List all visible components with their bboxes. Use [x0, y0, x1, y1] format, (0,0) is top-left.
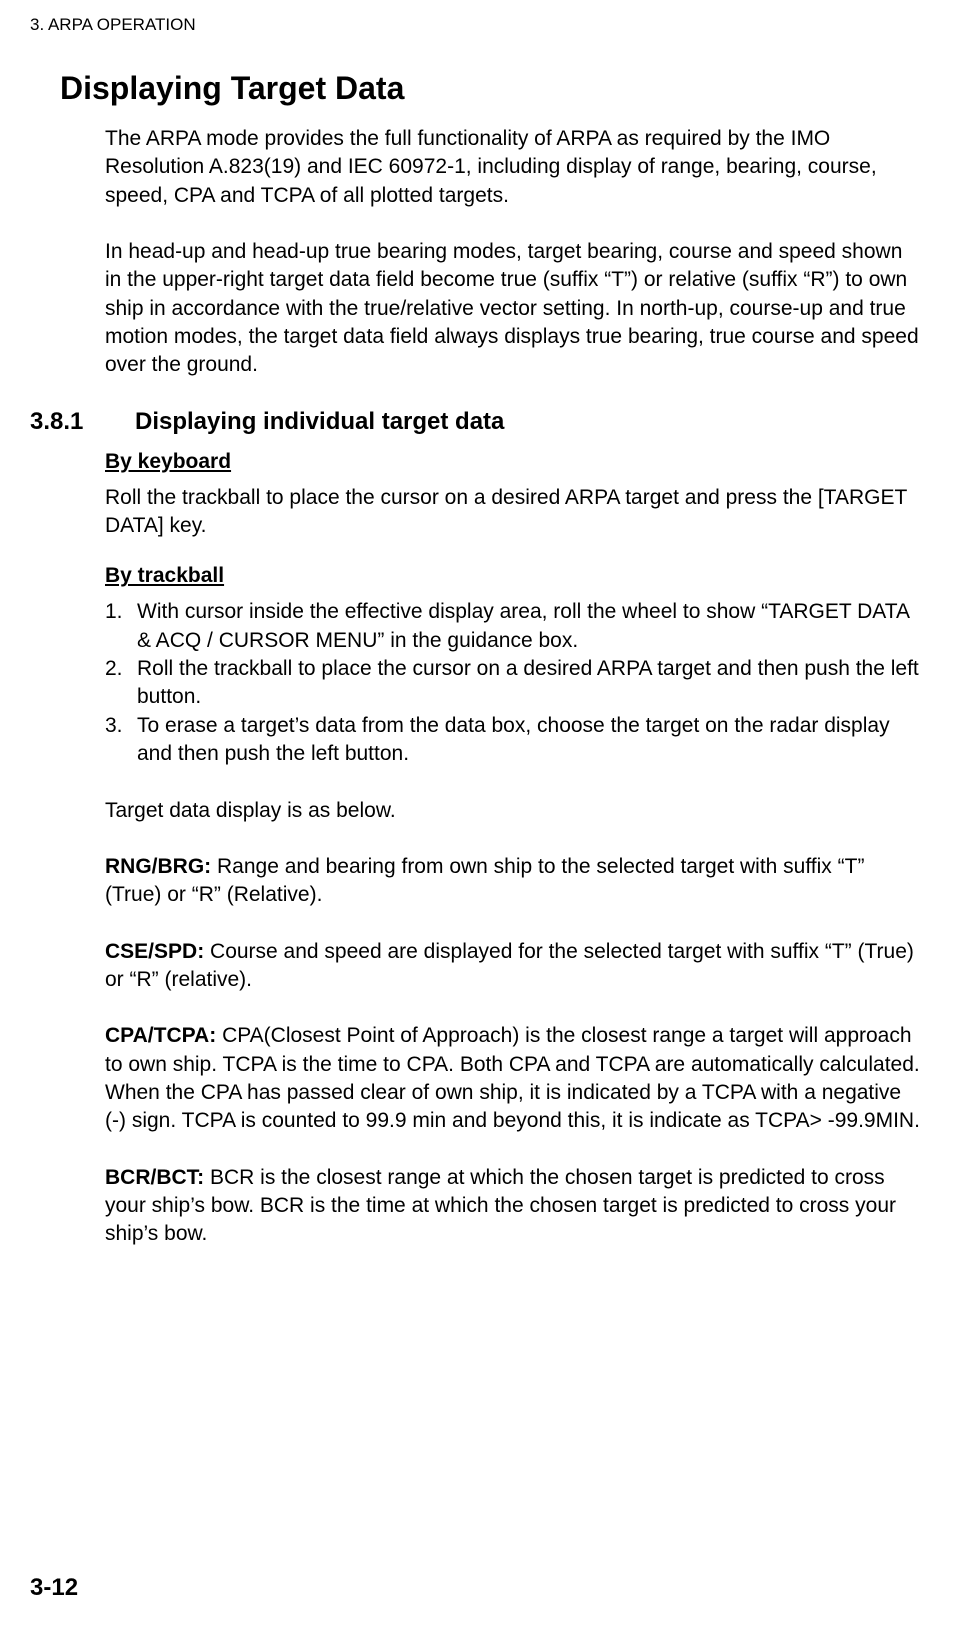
subsection-heading: 3.8.1 Displaying individual target data	[105, 408, 930, 436]
definition-label: BCR/BCT:	[105, 1166, 210, 1189]
by-trackball-heading: By trackball	[105, 564, 920, 588]
trackball-steps-list: 1. With cursor inside the effective disp…	[105, 598, 920, 768]
list-number: 2.	[105, 655, 137, 712]
definition-cpa-tcpa: CPA/TCPA: CPA(Closest Point of Approach)…	[105, 1022, 920, 1135]
by-keyboard-heading: By keyboard	[105, 450, 920, 474]
list-item: 3. To erase a target’s data from the dat…	[105, 712, 920, 769]
list-item: 2. Roll the trackball to place the curso…	[105, 655, 920, 712]
list-item: 1. With cursor inside the effective disp…	[105, 598, 920, 655]
definition-text: Course and speed are displayed for the s…	[105, 940, 914, 991]
definition-text: Range and bearing from own ship to the s…	[105, 855, 864, 906]
list-number: 1.	[105, 598, 137, 655]
by-keyboard-text: Roll the trackball to place the cursor o…	[105, 484, 920, 541]
definition-label: CPA/TCPA:	[105, 1024, 222, 1047]
list-text: With cursor inside the effective display…	[137, 598, 920, 655]
page-header: 3. ARPA OPERATION	[30, 15, 930, 35]
definition-bcr-bct: BCR/BCT: BCR is the closest range at whi…	[105, 1164, 920, 1249]
display-intro: Target data display is as below.	[105, 797, 920, 825]
section-heading: 3.8 Displaying Target Data	[30, 70, 930, 107]
page-number: 3-12	[30, 1574, 78, 1602]
intro-paragraph-2: In head-up and head-up true bearing mode…	[105, 238, 920, 380]
subsection-title: Displaying individual target data	[135, 408, 504, 436]
definition-rng-brg: RNG/BRG: Range and bearing from own ship…	[105, 853, 920, 910]
definition-text: BCR is the closest range at which the ch…	[105, 1166, 896, 1246]
section-title: Displaying Target Data	[60, 70, 404, 107]
list-text: Roll the trackball to place the cursor o…	[137, 655, 920, 712]
subsection-number: 3.8.1	[30, 408, 135, 436]
definition-text: CPA(Closest Point of Approach) is the cl…	[105, 1024, 920, 1132]
section-number: 3.8	[0, 70, 60, 107]
list-text: To erase a target’s data from the data b…	[137, 712, 920, 769]
definition-label: RNG/BRG:	[105, 855, 217, 878]
definition-cse-spd: CSE/SPD: Course and speed are displayed …	[105, 938, 920, 995]
list-number: 3.	[105, 712, 137, 769]
intro-paragraph-1: The ARPA mode provides the full function…	[105, 125, 920, 210]
definition-label: CSE/SPD:	[105, 940, 210, 963]
